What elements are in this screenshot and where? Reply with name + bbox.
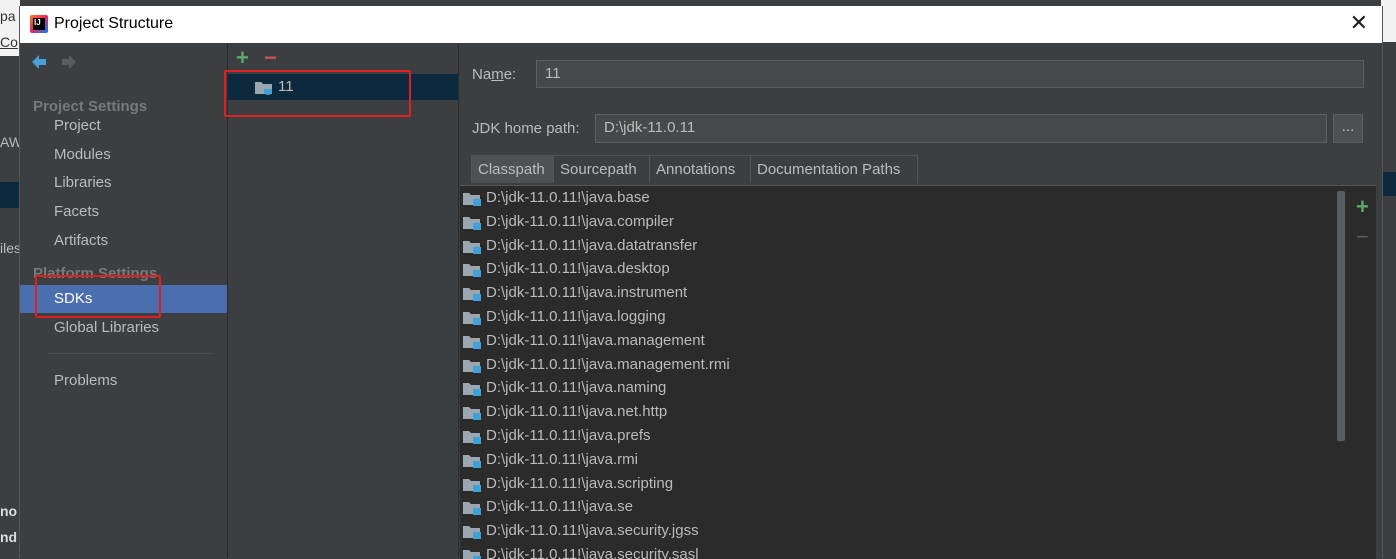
jdk-home-path-label: JDK home path: bbox=[472, 120, 580, 137]
classpath-item[interactable]: D:\jdk-11.0.11!\java.logging bbox=[460, 305, 1340, 329]
forward-arrow-icon[interactable] bbox=[60, 53, 78, 77]
intellij-logo-icon: IJ bbox=[30, 15, 48, 33]
browse-button[interactable]: ... bbox=[1333, 114, 1363, 143]
remove-sdk-button[interactable]: − bbox=[264, 45, 277, 71]
classpath-item-label: D:\jdk-11.0.11!\java.net.http bbox=[486, 403, 668, 421]
sdk-detail-panel: Name: 11 JDK home path: D:\jdk-11.0.11 .… bbox=[459, 43, 1382, 559]
classpath-item[interactable]: D:\jdk-11.0.11!\java.scripting bbox=[460, 472, 1340, 496]
scrollbar-thumb[interactable] bbox=[1337, 191, 1345, 441]
add-sdk-button[interactable]: + bbox=[236, 45, 249, 71]
bg-fragment: Co bbox=[0, 34, 18, 50]
classpath-list[interactable]: D:\jdk-11.0.11!\java.base D:\jdk-11.0.11!… bbox=[460, 186, 1340, 559]
classpath-item[interactable]: D:\jdk-11.0.11!\java.se bbox=[460, 495, 1340, 519]
classpath-item-label: D:\jdk-11.0.11!\java.management.rmi bbox=[486, 355, 730, 373]
classpath-panel: D:\jdk-11.0.11!\java.base D:\jdk-11.0.11!… bbox=[460, 185, 1376, 559]
classpath-item[interactable]: D:\jdk-11.0.11!\java.desktop bbox=[460, 257, 1340, 281]
tab-sourcepath[interactable]: Sourcepath bbox=[553, 155, 650, 183]
annotation-box-sdk-11 bbox=[224, 70, 411, 117]
bg-selection bbox=[1381, 172, 1396, 196]
project-structure-dialog: IJ Project Structure ✕ Project Settings … bbox=[19, 6, 1383, 559]
classpath-item-label: D:\jdk-11.0.11!\java.management bbox=[486, 331, 705, 349]
classpath-item[interactable]: D:\jdk-11.0.11!\java.management bbox=[460, 329, 1340, 353]
back-arrow-icon[interactable] bbox=[30, 53, 48, 77]
classpath-item-label: D:\jdk-11.0.11!\java.prefs bbox=[486, 426, 651, 444]
nav-item-global-libraries[interactable]: Global Libraries bbox=[20, 314, 227, 342]
classpath-item[interactable]: D:\jdk-11.0.11!\java.management.rmi bbox=[460, 353, 1340, 377]
jdk-home-path-field[interactable]: D:\jdk-11.0.11 bbox=[595, 114, 1327, 143]
background-ide-right bbox=[1381, 0, 1396, 556]
bg-fragment: nd bbox=[0, 529, 18, 545]
nav-item-facets[interactable]: Facets bbox=[20, 198, 227, 226]
classpath-item-label: D:\jdk-11.0.11!\java.security.jgss bbox=[486, 522, 699, 540]
classpath-item[interactable]: D:\jdk-11.0.11!\java.rmi bbox=[460, 448, 1340, 472]
classpath-item[interactable]: D:\jdk-11.0.11!\java.security.sasl bbox=[460, 543, 1340, 559]
classpath-item[interactable]: D:\jdk-11.0.11!\java.compiler bbox=[460, 210, 1340, 234]
classpath-item-label: D:\jdk-11.0.11!\java.base bbox=[486, 189, 650, 206]
classpath-item-label: D:\jdk-11.0.11!\java.logging bbox=[486, 307, 666, 325]
tab-annotations[interactable]: Annotations bbox=[649, 155, 751, 183]
classpath-item[interactable]: D:\jdk-11.0.11!\java.base bbox=[460, 186, 1340, 210]
classpath-item[interactable]: D:\jdk-11.0.11!\java.datatransfer bbox=[460, 234, 1340, 258]
title-bar[interactable]: IJ Project Structure ✕ bbox=[20, 6, 1382, 43]
name-field[interactable]: 11 bbox=[536, 60, 1364, 88]
nav-item-artifacts[interactable]: Artifacts bbox=[20, 227, 227, 255]
name-label: Name: bbox=[472, 66, 517, 83]
classpath-item-label: D:\jdk-11.0.11!\java.datatransfer bbox=[486, 236, 698, 254]
classpath-item-label: D:\jdk-11.0.11!\java.compiler bbox=[486, 212, 674, 230]
tab-documentation-paths[interactable]: Documentation Paths bbox=[750, 155, 918, 183]
classpath-item[interactable]: D:\jdk-11.0.11!\java.instrument bbox=[460, 281, 1340, 305]
classpath-item-label: D:\jdk-11.0.11!\java.security.sasl bbox=[486, 545, 699, 559]
add-classpath-button[interactable]: + bbox=[1356, 194, 1369, 220]
background-titlebar bbox=[1381, 0, 1396, 42]
classpath-item-label: D:\jdk-11.0.11!\java.scripting bbox=[486, 474, 674, 492]
bg-fragment: no bbox=[0, 503, 18, 519]
classpath-item-label: D:\jdk-11.0.11!\java.rmi bbox=[486, 450, 638, 468]
annotation-box-sdks bbox=[35, 275, 161, 318]
bg-fragment: pa bbox=[0, 8, 16, 24]
bg-selection bbox=[0, 182, 20, 208]
classpath-item-label: D:\jdk-11.0.11!\java.se bbox=[486, 498, 634, 516]
nav-item-libraries[interactable]: Libraries bbox=[20, 169, 227, 197]
classpath-item[interactable]: D:\jdk-11.0.11!\java.prefs bbox=[460, 424, 1340, 448]
classpath-item[interactable]: D:\jdk-11.0.11!\java.security.jgss bbox=[460, 519, 1340, 543]
classpath-item-label: D:\jdk-11.0.11!\java.desktop bbox=[486, 260, 670, 278]
classpath-item[interactable]: D:\jdk-11.0.11!\java.naming bbox=[460, 376, 1340, 400]
library-folder-icon bbox=[462, 548, 482, 559]
background-ide-left: pa Co AW iles no nd bbox=[0, 0, 22, 556]
bg-fragment: iles bbox=[0, 240, 22, 256]
classpath-item[interactable]: D:\jdk-11.0.11!\java.net.http bbox=[460, 400, 1340, 424]
nav-item-project[interactable]: Project bbox=[20, 112, 227, 140]
sdk-list-pane: + − 11 bbox=[228, 43, 458, 558]
tab-classpath[interactable]: Classpath bbox=[471, 155, 554, 183]
close-button[interactable]: ✕ bbox=[1350, 12, 1368, 34]
window-title: Project Structure bbox=[54, 15, 174, 32]
classpath-item-label: D:\jdk-11.0.11!\java.naming bbox=[486, 379, 667, 397]
nav-divider bbox=[48, 353, 213, 354]
nav-item-modules[interactable]: Modules bbox=[20, 141, 227, 169]
nav-item-problems[interactable]: Problems bbox=[20, 367, 227, 395]
remove-classpath-button[interactable]: − bbox=[1356, 224, 1369, 250]
classpath-item-label: D:\jdk-11.0.11!\java.instrument bbox=[486, 284, 688, 302]
